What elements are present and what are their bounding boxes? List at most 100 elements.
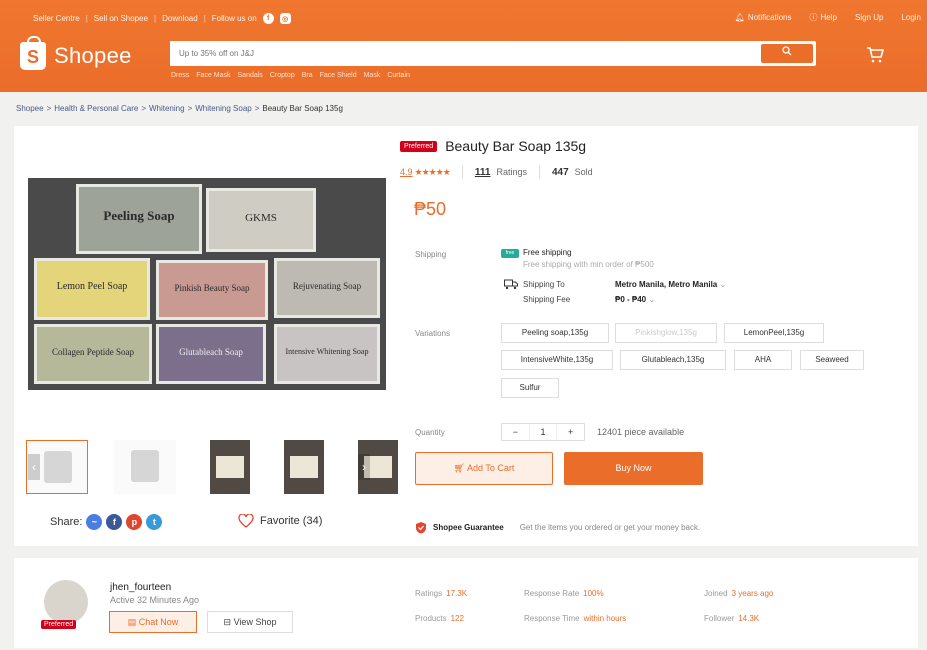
variation-option[interactable]: AHA [734, 350, 792, 370]
decrement-button[interactable]: − [502, 424, 529, 440]
shipping-fee-label: Shipping Fee [523, 295, 571, 304]
product-title: Preferred Beauty Bar Soap 135g [400, 138, 586, 154]
free-shipping-text: Free shipping [523, 248, 572, 257]
hint-link[interactable]: Croptop [270, 72, 295, 79]
chat-now-button[interactable]: ▤ Chat Now [109, 611, 197, 633]
chevron-down-icon: ⌄ [719, 280, 727, 289]
add-to-cart-button[interactable]: 🛒︎ Add To Cart [415, 452, 553, 485]
product-card: Peeling Soap GKMS Lemon Peel Soap Pinkis… [14, 126, 918, 546]
quantity-label: Quantity [415, 428, 445, 437]
top-bar: Seller Centre | Sell on Shopee | Download |… [33, 12, 921, 24]
search-button[interactable] [761, 44, 813, 63]
breadcrumb: Shopee > Health & Personal Care > Whitenin… [16, 104, 343, 113]
notifications-link[interactable]: 🔔︎ Notifications [735, 12, 792, 23]
variation-option[interactable]: Seaweed [800, 350, 864, 370]
variation-option[interactable]: IntensiveWhite,135g [501, 350, 613, 370]
search-hints: Dress Face Mask Sandals Croptop Bra Face… [171, 72, 410, 79]
hint-link[interactable]: Face Shield [320, 72, 357, 79]
download-link[interactable]: Download [162, 14, 198, 23]
soap-label: Pinkish Beauty Soap [156, 260, 268, 320]
login-link[interactable]: Login [901, 12, 921, 23]
hint-link[interactable]: Curtain [387, 72, 410, 79]
shipping-fee-value[interactable]: ₱0 - ₱40 ⌄ [615, 295, 655, 304]
shipping-label: Shipping [415, 250, 447, 259]
ratings-label: Ratings [496, 167, 527, 177]
variation-option[interactable]: LemonPeel,135g [724, 323, 824, 343]
product-price: ₱50 [414, 199, 447, 219]
favorite-button[interactable]: Favorite (34) [238, 514, 322, 528]
sold-count: 447 [551, 166, 569, 178]
truck-icon [504, 279, 518, 290]
instagram-icon[interactable]: ◎ [279, 13, 291, 24]
shipping-to-label: Shipping To [523, 280, 565, 289]
chat-icon: ▤ [127, 617, 137, 627]
search-input[interactable] [170, 41, 730, 66]
cart-icon[interactable] [866, 46, 884, 64]
soap-label: Glutableach Soap [156, 324, 266, 384]
soap-label: Rejuvenating Soap [274, 258, 380, 318]
breadcrumb-item[interactable]: Whitening [149, 104, 185, 113]
thumbnail[interactable] [210, 440, 250, 494]
variations-label: Variations [415, 329, 450, 338]
shop-name: jhen_fourteen [110, 582, 172, 593]
quantity-row: − 1 + 12401 piece available [501, 423, 684, 441]
signup-link[interactable]: Sign Up [855, 12, 883, 23]
breadcrumb-item[interactable]: Shopee [16, 104, 44, 113]
facebook-icon[interactable]: f [262, 13, 274, 24]
variation-option[interactable]: Glutableach,135g [620, 350, 726, 370]
shopee-logo[interactable]: S Shopee [20, 36, 132, 70]
ratings-count[interactable]: 111 [475, 167, 491, 178]
help-icon: ⓘ [809, 13, 818, 22]
heart-icon [238, 514, 254, 528]
thumbnail[interactable] [114, 440, 176, 494]
sell-on-shopee-link[interactable]: Sell on Shopee [94, 14, 148, 23]
shipping-to-value[interactable]: Metro Manila, Metro Manila ⌄ [615, 280, 726, 289]
buy-now-button[interactable]: Buy Now [564, 452, 703, 485]
help-link[interactable]: ⓘ Help [810, 12, 837, 23]
shop-icon: ⊟ [223, 617, 232, 627]
pinterest-icon[interactable]: p [126, 514, 143, 530]
increment-button[interactable]: + [557, 424, 584, 440]
quantity-input[interactable]: 1 [528, 424, 558, 440]
messenger-icon[interactable]: ~ [86, 514, 103, 530]
soap-label: GKMS [206, 188, 316, 252]
search-bar [170, 41, 816, 66]
hint-link[interactable]: Mask [364, 72, 381, 79]
variation-option[interactable]: Sulfur [501, 378, 559, 398]
shop-section: Preferred jhen_fourteen Active 32 Minute… [14, 558, 918, 648]
variation-option: Pinkishglow,135g [615, 323, 717, 343]
shop-stat-joined: Joined 3 years ago [704, 589, 774, 598]
hint-link[interactable]: Face Mask [196, 72, 230, 79]
chevron-right-icon[interactable]: › [358, 454, 370, 480]
search-icon [782, 46, 792, 56]
shop-avatar[interactable] [44, 580, 88, 624]
hint-link[interactable]: Sandals [238, 72, 263, 79]
stock-available: 12401 piece available [597, 427, 685, 437]
product-main-image[interactable]: Peeling Soap GKMS Lemon Peel Soap Pinkis… [28, 178, 386, 390]
breadcrumb-item[interactable]: Health & Personal Care [54, 104, 138, 113]
thumbnail[interactable] [284, 440, 324, 494]
quantity-stepper: − 1 + [501, 423, 585, 441]
cart-plus-icon: 🛒︎ [453, 463, 466, 473]
hint-link[interactable]: Bra [302, 72, 313, 79]
variation-option[interactable]: Peeling soap,135g [501, 323, 609, 343]
sold-label: Sold [574, 167, 593, 177]
view-shop-button[interactable]: ⊟ View Shop [207, 611, 293, 633]
breadcrumb-item[interactable]: Whitening Soap [195, 104, 251, 113]
seller-centre-link[interactable]: Seller Centre [33, 14, 80, 23]
shop-stat-response-time: Response Time within hours [524, 614, 627, 623]
facebook-icon[interactable]: f [106, 514, 123, 530]
product-stats: 4.9 ★★★★★ 111 Ratings 447 Sold [400, 165, 593, 179]
star-rating-icon: ★★★★★ [414, 166, 451, 177]
shopee-guarantee: Shopee Guarantee Get the items you order… [415, 521, 700, 534]
preferred-badge: Preferred [400, 140, 438, 152]
rating-value[interactable]: 4.9 [400, 167, 413, 177]
chevron-left-icon[interactable]: ‹ [28, 454, 40, 480]
twitter-icon[interactable]: t [146, 514, 163, 530]
shopee-bag-icon: S [20, 36, 46, 70]
soap-label: Collagen Peptide Soap [34, 324, 152, 384]
free-shipping-subtext: Free shipping with min order of ₱500 [523, 260, 654, 269]
hint-link[interactable]: Dress [171, 72, 189, 79]
bell-icon: 🔔︎ [734, 13, 745, 22]
soap-label: Intensive Whitening Soap [274, 324, 380, 384]
